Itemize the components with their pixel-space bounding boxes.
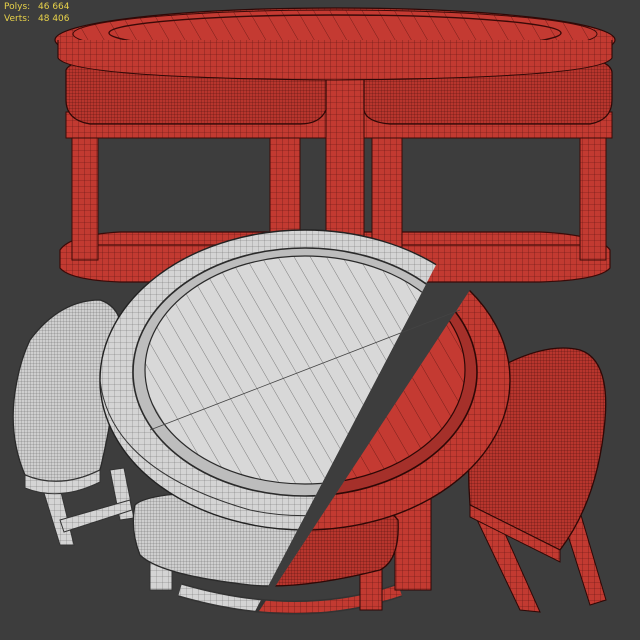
verts-value: 48 406 — [38, 14, 70, 24]
polys-value: 46 664 — [38, 2, 70, 12]
3d-viewport[interactable]: Polys: 46 664 Verts: 48 406 — [0, 0, 640, 640]
viewport-statistics: Polys: 46 664 Verts: 48 406 — [4, 1, 78, 25]
perspective-view-table — [12, 229, 607, 615]
wireframe-render — [12, 7, 616, 615]
polys-label: Polys: — [4, 2, 31, 12]
verts-label: Verts: — [4, 14, 30, 24]
